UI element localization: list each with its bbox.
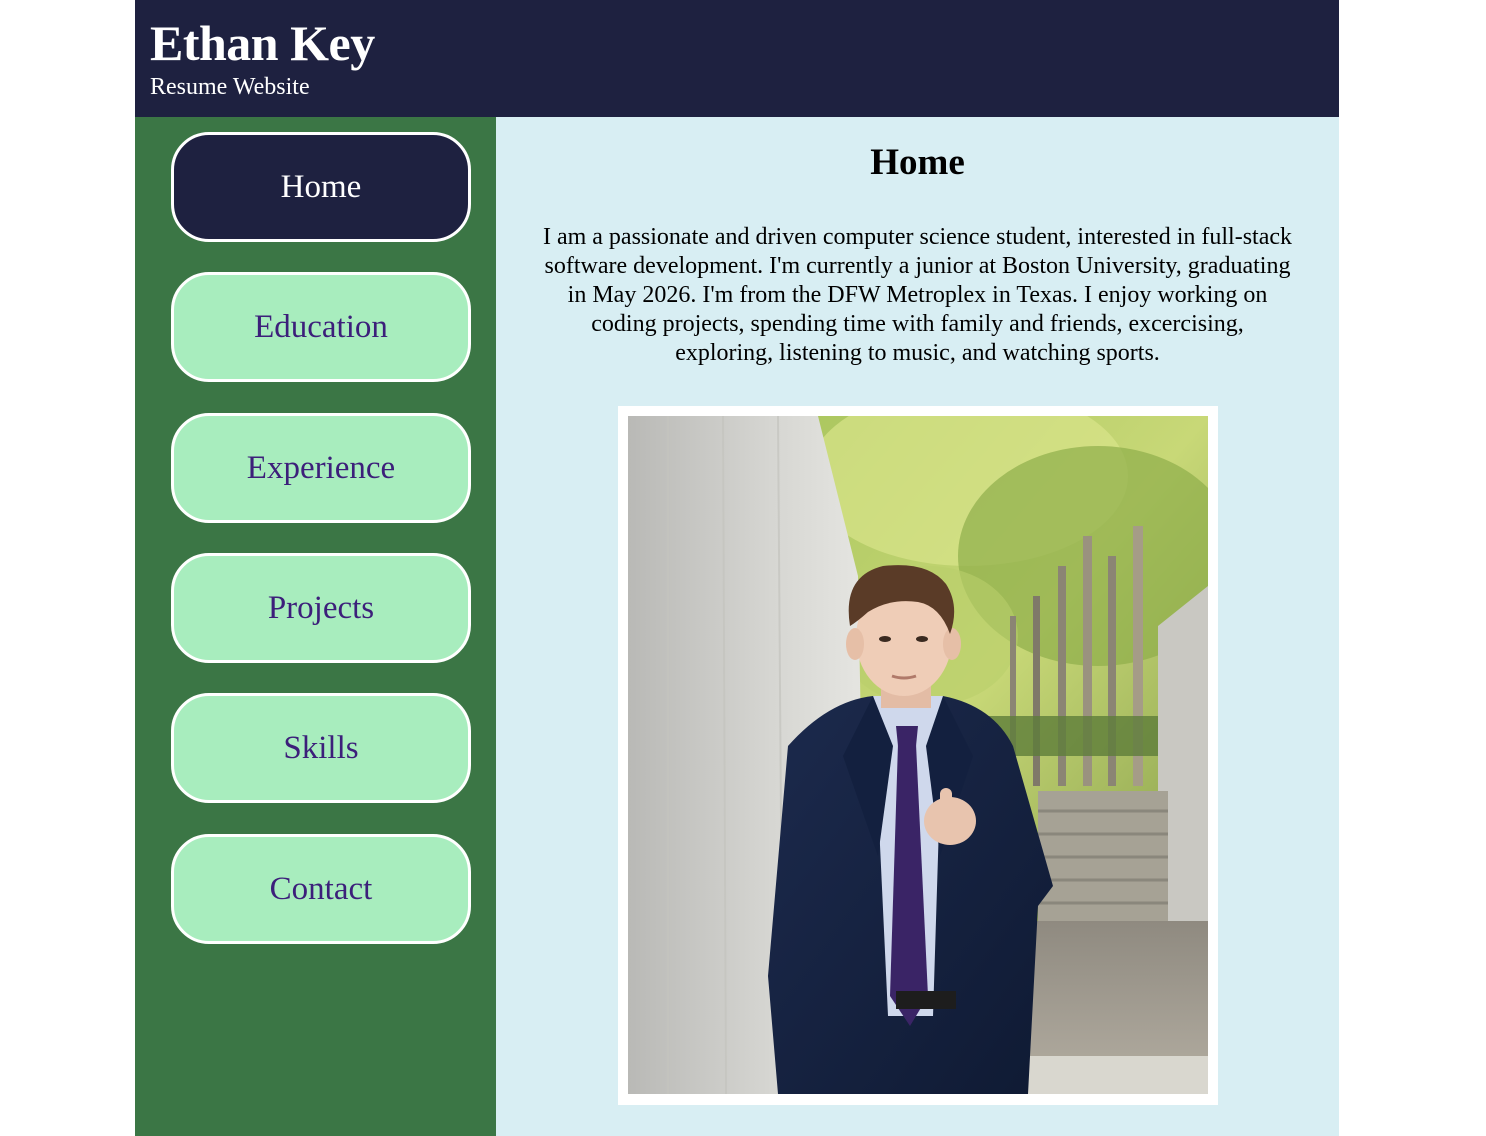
nav-button-education[interactable]: Education (171, 272, 471, 382)
page: Ethan Key Resume Website Home Education … (135, 0, 1339, 1136)
page-heading: Home (870, 142, 965, 183)
nav-button-contact[interactable]: Contact (171, 834, 471, 944)
nav-button-projects[interactable]: Projects (171, 553, 471, 663)
nav-button-experience[interactable]: Experience (171, 413, 471, 523)
nav-button-home[interactable]: Home (171, 132, 471, 242)
site-header: Ethan Key Resume Website (135, 0, 1339, 117)
main-content: Home I am a passionate and driven comput… (496, 117, 1339, 1136)
nav-button-skills[interactable]: Skills (171, 693, 471, 803)
intro-paragraph: I am a passionate and driven computer sc… (542, 224, 1293, 366)
profile-photo (628, 416, 1208, 1094)
site-subtitle: Resume Website (150, 74, 310, 100)
profile-photo-frame (618, 406, 1218, 1105)
sidebar-nav: Home Education Experience Projects Skill… (135, 117, 496, 1136)
site-title: Ethan Key (150, 15, 375, 71)
